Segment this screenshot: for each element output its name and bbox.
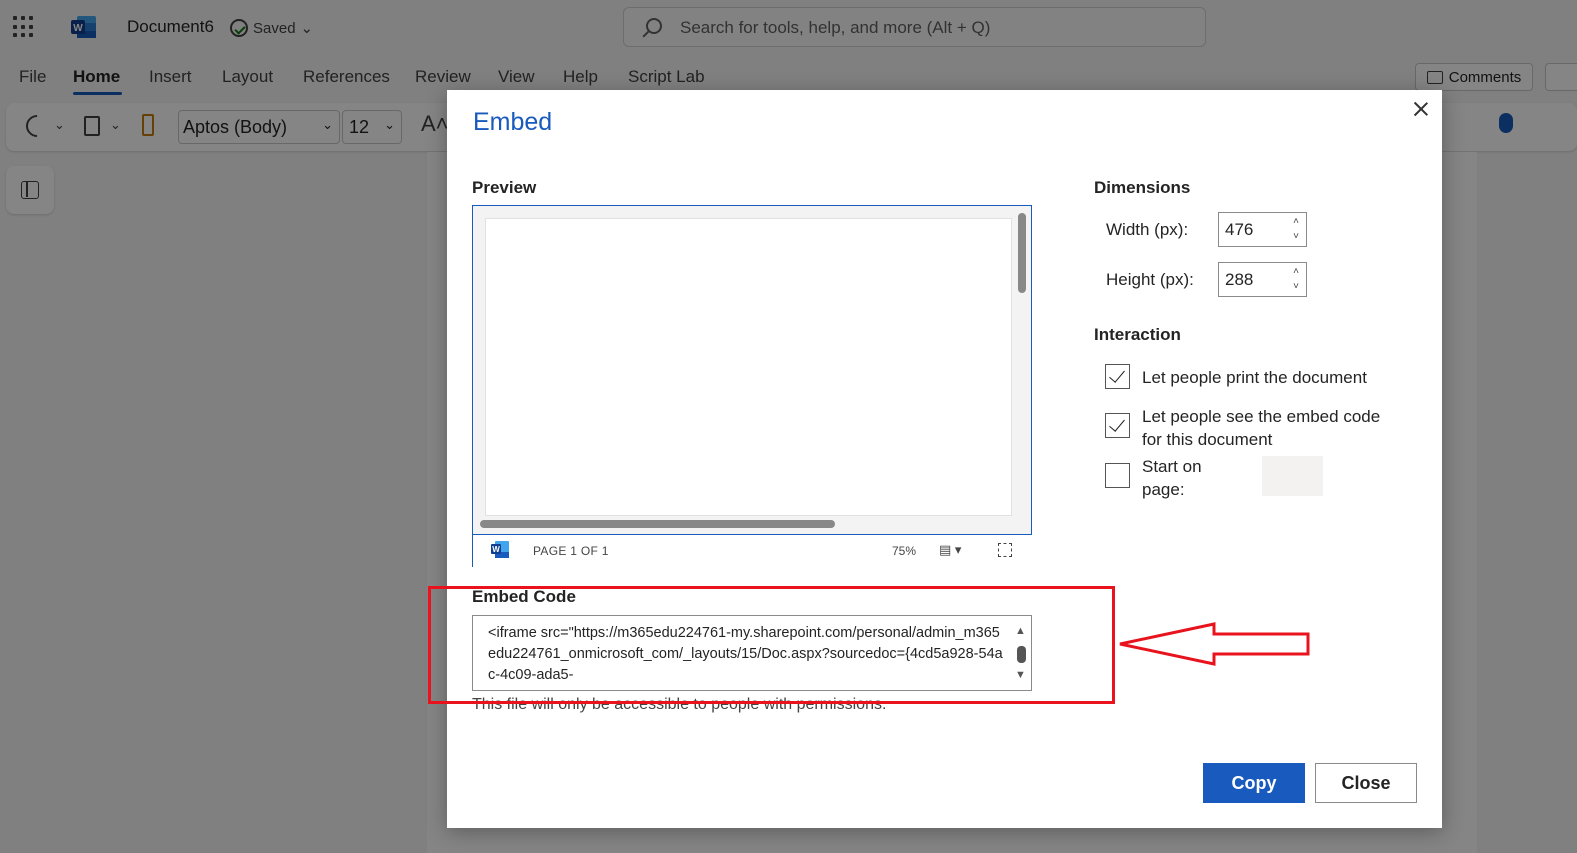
chevron-down-icon[interactable]: ˅ (1291, 231, 1301, 243)
chevron-down-icon[interactable]: ˅ (1291, 281, 1301, 293)
print-checkbox[interactable] (1105, 364, 1130, 389)
width-label: Width (px): (1106, 220, 1189, 239)
close-button[interactable]: Close (1315, 763, 1417, 803)
view-mode-icon[interactable]: ▤ ▾ (939, 542, 961, 558)
svg-text:W: W (492, 545, 500, 554)
preview-vertical-scrollbar[interactable] (1018, 213, 1026, 293)
annotation-arrow-icon (1119, 622, 1310, 666)
annotation-highlight-box (428, 586, 1115, 704)
copy-button[interactable]: Copy (1203, 763, 1305, 803)
zoom-level[interactable]: 75% (892, 544, 916, 558)
embed-code-checkbox-label: Let people see the embed code for this d… (1142, 407, 1381, 449)
start-page-input[interactable] (1262, 456, 1323, 496)
preview-status-bar: W PAGE 1 OF 1 75% ▤ ▾ (472, 535, 1032, 567)
word-logo-icon: W (491, 541, 509, 558)
height-label: Height (px): (1106, 270, 1194, 289)
chevron-up-icon[interactable]: ˄ (1291, 216, 1301, 228)
width-input[interactable] (1219, 213, 1289, 246)
preview-frame[interactable] (472, 205, 1032, 535)
height-input[interactable] (1219, 263, 1289, 296)
preview-horizontal-scrollbar[interactable] (480, 520, 835, 528)
print-checkbox-label: Let people print the document (1142, 368, 1367, 387)
embed-code-checkbox[interactable] (1105, 413, 1130, 438)
preview-label: Preview (472, 178, 537, 197)
chevron-up-icon[interactable]: ˄ (1291, 266, 1301, 278)
dimensions-label: Dimensions (1094, 178, 1191, 197)
preview-page (485, 218, 1012, 516)
embed-dialog: Embed Preview W PAGE 1 OF 1 75% ▤ ▾ Dime… (447, 90, 1442, 828)
fullscreen-icon[interactable] (998, 543, 1012, 557)
height-stepper[interactable]: ˄ ˅ (1218, 262, 1307, 297)
dialog-title: Embed (473, 108, 553, 136)
start-page-checkbox-label: Start on page: (1142, 457, 1202, 499)
close-icon[interactable] (1410, 98, 1432, 120)
start-page-checkbox[interactable] (1105, 463, 1130, 488)
page-indicator: PAGE 1 OF 1 (533, 544, 609, 558)
width-stepper[interactable]: ˄ ˅ (1218, 212, 1307, 247)
interaction-label: Interaction (1094, 325, 1181, 344)
